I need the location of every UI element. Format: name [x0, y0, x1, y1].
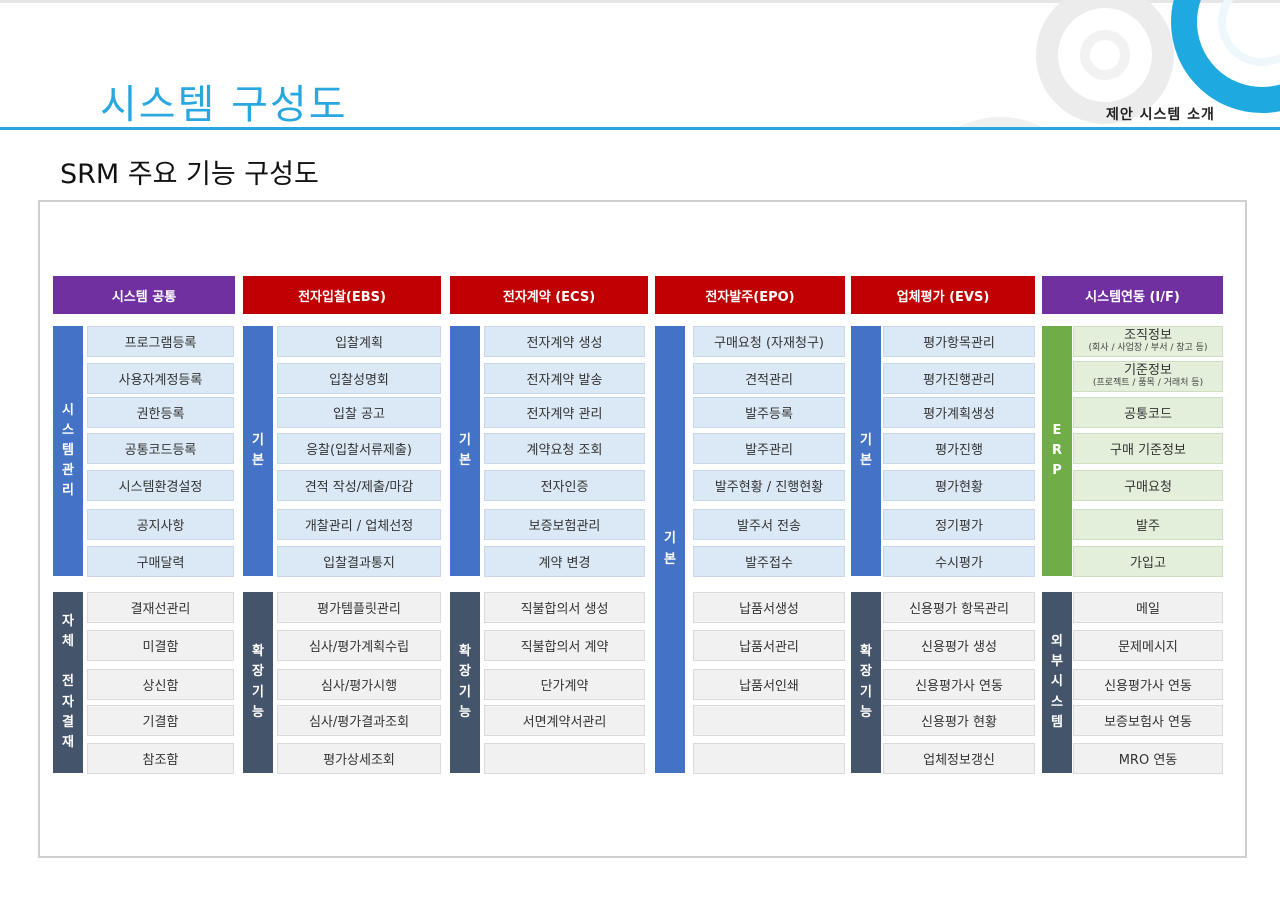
- feature-item: 입찰결과통지: [277, 546, 441, 577]
- feature-item: 평가진행: [883, 433, 1035, 464]
- feature-item: 결재선관리: [87, 592, 234, 623]
- feature-item: 발주등록: [693, 397, 845, 428]
- feature-item: 전자계약 관리: [484, 397, 645, 428]
- column-header-system-common: 시스템 공통: [53, 276, 235, 314]
- feature-item: 입찰 공고: [277, 397, 441, 428]
- feature-item: 심사/평가계획수립: [277, 630, 441, 661]
- feature-item: 구매 기준정보: [1073, 433, 1223, 464]
- feature-item: 견적관리: [693, 363, 845, 394]
- feature-item: 전자인증: [484, 470, 645, 501]
- group-label-extension: 확 장 기 능: [851, 592, 881, 773]
- group-label-basic: 기 본: [243, 326, 273, 576]
- column-header-e-purchase-order: 전자발주(EPO): [655, 276, 845, 314]
- feature-item: 보증보험사 연동: [1073, 705, 1223, 736]
- feature-item: 보증보험관리: [484, 509, 645, 540]
- column-header-vendor-evaluation: 업체평가 (EVS): [851, 276, 1035, 314]
- feature-item: 개찰관리 / 업체선정: [277, 509, 441, 540]
- feature-item: 문제메시지: [1073, 630, 1223, 661]
- feature-item: 입찰성명회: [277, 363, 441, 394]
- feature-item: 구매요청: [1073, 470, 1223, 501]
- column-header-e-contract: 전자계약 (ECS): [450, 276, 648, 314]
- feature-item: 구매달력: [87, 546, 234, 577]
- feature-item: 기준정보 (프로젝트 / 품목 / 거래처 등): [1073, 361, 1223, 392]
- feature-item: 신용평가 생성: [883, 630, 1035, 661]
- feature-item: 상신함: [87, 669, 234, 700]
- feature-item: 직불합의서 생성: [484, 592, 645, 623]
- feature-item: 평가현황: [883, 470, 1035, 501]
- feature-item: 견적 작성/제출/마감: [277, 470, 441, 501]
- feature-item: 공지사항: [87, 509, 234, 540]
- page-title: 시스템 구성도: [100, 82, 348, 128]
- group-label-extension: 확 장 기 능: [450, 592, 480, 773]
- group-label-erp: E R P: [1042, 326, 1072, 576]
- feature-item: 가입고: [1073, 546, 1223, 577]
- feature-item: 정기평가: [883, 509, 1035, 540]
- group-label-internal-approval: 자 체 전 자 결 재: [53, 592, 83, 773]
- feature-item: 납품서관리: [693, 630, 845, 661]
- group-label-extension: 확 장 기 능: [243, 592, 273, 773]
- feature-item: 납품서인쇄: [693, 669, 845, 700]
- group-label-basic: 기 본: [450, 326, 480, 576]
- feature-item: 수시평가: [883, 546, 1035, 577]
- feature-item: 입찰계획: [277, 326, 441, 357]
- feature-item-empty: [484, 743, 645, 774]
- feature-item: 발주: [1073, 509, 1223, 540]
- title-rule: [0, 127, 1280, 130]
- feature-item: 권한등록: [87, 397, 234, 428]
- feature-item: 평가항목관리: [883, 326, 1035, 357]
- feature-item: 시스템환경설정: [87, 470, 234, 501]
- feature-item: 발주관리: [693, 433, 845, 464]
- column-header-e-bidding: 전자입찰(EBS): [243, 276, 441, 314]
- feature-item: 심사/평가결과조회: [277, 705, 441, 736]
- section-tag: 제안 시스템 소개: [1106, 107, 1215, 123]
- feature-item: 평가템플릿관리: [277, 592, 441, 623]
- feature-item-empty: [693, 743, 845, 774]
- feature-item: 발주서 전송: [693, 509, 845, 540]
- feature-item: 사용자계정등록: [87, 363, 234, 394]
- group-label-system-management: 시 스 템 관 리: [53, 326, 83, 576]
- feature-item: 계약요청 조회: [484, 433, 645, 464]
- feature-item: 공통코드: [1073, 397, 1223, 428]
- feature-item: 조직정보 (회사 / 사업장 / 부서 / 창고 등): [1073, 326, 1223, 357]
- feature-item: 신용평가 항목관리: [883, 592, 1035, 623]
- group-label-external-system: 외 부 시 스 템: [1042, 592, 1072, 773]
- feature-item: 업체정보갱신: [883, 743, 1035, 774]
- feature-item-empty: [693, 705, 845, 736]
- feature-item: 심사/평가시행: [277, 669, 441, 700]
- group-label-basic: 기 본: [851, 326, 881, 576]
- column-header-system-integration: 시스템연동 (I/F): [1042, 276, 1223, 314]
- feature-item: 전자계약 생성: [484, 326, 645, 357]
- feature-item: MRO 연동: [1073, 743, 1223, 774]
- feature-item: 구매요청 (자재청구): [693, 326, 845, 357]
- feature-item: 프로그램등록: [87, 326, 234, 357]
- feature-item: 발주현황 / 진행현황: [693, 470, 845, 501]
- feature-item: 전자계약 발송: [484, 363, 645, 394]
- feature-item: 신용평가 현황: [883, 705, 1035, 736]
- feature-item: 신용평가사 연동: [883, 669, 1035, 700]
- feature-item: 기결함: [87, 705, 234, 736]
- feature-item: 발주접수: [693, 546, 845, 577]
- feature-item: 계약 변경: [484, 546, 645, 577]
- feature-item: 평가상세조회: [277, 743, 441, 774]
- feature-item: 참조함: [87, 743, 234, 774]
- feature-item: 직불합의서 계약: [484, 630, 645, 661]
- feature-item: 메일: [1073, 592, 1223, 623]
- feature-item: 납품서생성: [693, 592, 845, 623]
- feature-item: 응찰(입찰서류제출): [277, 433, 441, 464]
- feature-item: 서면계약서관리: [484, 705, 645, 736]
- feature-item: 평가진행관리: [883, 363, 1035, 394]
- feature-item: 미결함: [87, 630, 234, 661]
- group-label-basic: 기 본: [655, 326, 685, 773]
- feature-item: 신용평가사 연동: [1073, 669, 1223, 700]
- feature-item: 평가계획생성: [883, 397, 1035, 428]
- diagram-subtitle: SRM 주요 기능 구성도: [60, 159, 319, 190]
- feature-item: 단가계약: [484, 669, 645, 700]
- feature-item: 공통코드등록: [87, 433, 234, 464]
